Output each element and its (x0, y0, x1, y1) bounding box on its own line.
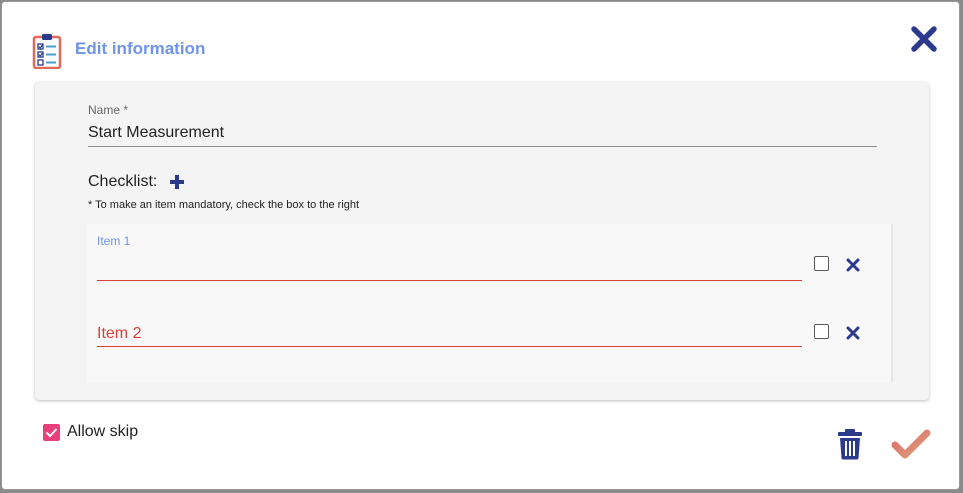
close-icon[interactable] (909, 24, 939, 54)
allow-skip-label: Allow skip (67, 423, 139, 440)
checklist-item-input[interactable] (97, 256, 802, 281)
clipboard-checklist-icon (32, 34, 62, 69)
checklist-item-input[interactable] (97, 322, 802, 347)
dialog-title: Edit information (75, 39, 206, 58)
checkmark-icon[interactable] (891, 428, 931, 460)
mandatory-checkbox[interactable] (814, 324, 829, 339)
form-panel: Name * Checklist: * To make an item mand… (35, 82, 929, 400)
checklist-items: Item 1 (87, 224, 893, 382)
remove-item-icon[interactable] (846, 326, 860, 340)
edit-dialog: Edit information Name * Checklist: * To … (2, 2, 959, 489)
name-field-label: Name * (88, 103, 129, 117)
checklist-item-label: Item 1 (97, 234, 131, 248)
remove-item-icon[interactable] (846, 258, 860, 272)
mandatory-hint: * To make an item mandatory, check the b… (88, 199, 360, 211)
allow-skip-checkbox[interactable] (43, 424, 60, 441)
check-icon (45, 428, 58, 438)
name-field[interactable] (88, 120, 877, 147)
plus-icon[interactable] (168, 173, 186, 191)
trash-icon[interactable] (836, 428, 864, 460)
checklist-label: Checklist: (88, 173, 158, 190)
mandatory-checkbox[interactable] (814, 256, 829, 271)
